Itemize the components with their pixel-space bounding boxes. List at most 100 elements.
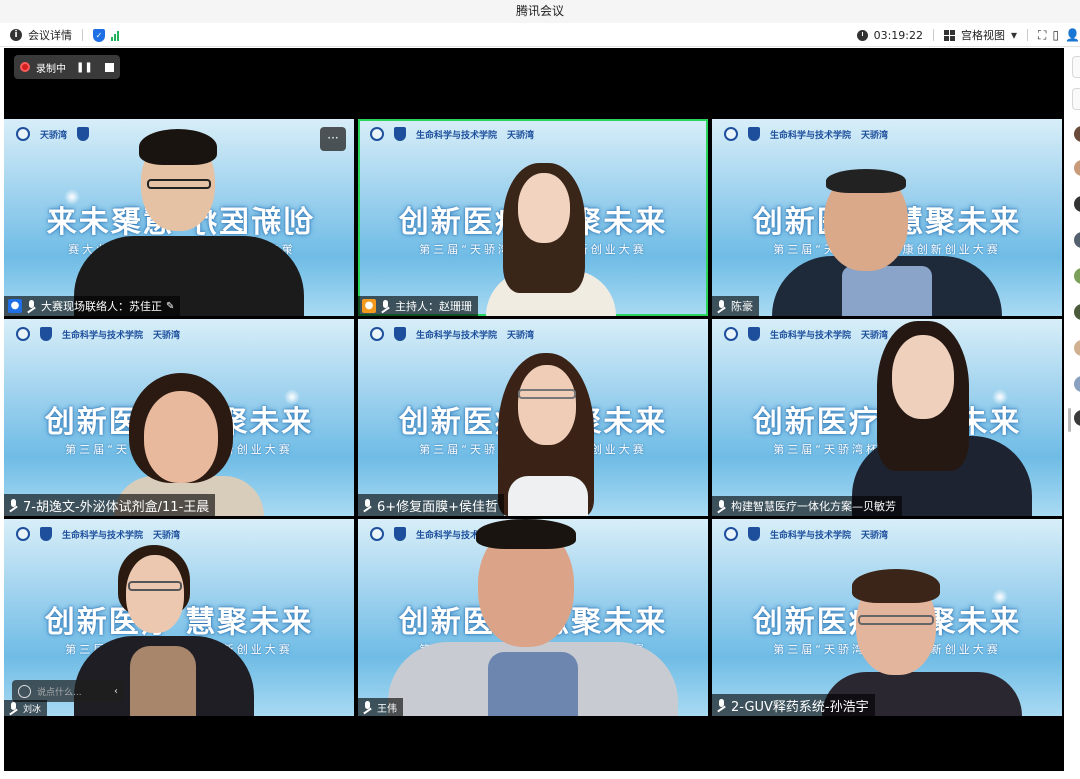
emoji-icon[interactable] — [18, 684, 31, 698]
layout-panel-icon[interactable]: ▯ — [1052, 28, 1059, 42]
side-panel-button[interactable] — [1072, 88, 1080, 110]
members-icon[interactable]: 👤 — [1065, 28, 1080, 42]
participant-label: 6+修复面膜+侯佳哲 — [358, 494, 505, 516]
toolbar-divider — [1027, 29, 1029, 41]
participant-sweater — [130, 646, 196, 716]
video-tile[interactable]: 生命科学与技术学院 天骄湾 创新医疗 慧聚未来 第三届“天骄湾杯”健康创新创业大… — [358, 519, 708, 716]
banner-logos: 生命科学与技术学院 天骄湾 — [4, 523, 354, 545]
school-logo-icon — [16, 127, 30, 141]
avatar[interactable] — [1074, 268, 1080, 284]
participant-glasses — [147, 179, 211, 189]
shield-icon[interactable]: ✓ — [93, 28, 105, 42]
view-mode-button[interactable]: 宫格视图 — [961, 27, 1005, 43]
mic-icon — [8, 498, 19, 512]
participant-hair — [826, 169, 906, 193]
video-tile[interactable]: 生命科学与技术学院 天骄湾 创新医疗 慧聚未来 第三届“天骄湾杯”健康创新创业大… — [712, 319, 1062, 516]
school-shield-icon — [748, 527, 760, 541]
school-logo-icon — [724, 327, 738, 341]
meeting-toolbar: i 会议详情 ✓ 03:19:22 宫格视图 ▾ ⛶ ▯ 👤 — [0, 23, 1080, 47]
participant-label: 构建智慧医疗一体化方案—贝敏芳 — [712, 496, 902, 516]
light-glow — [284, 389, 300, 405]
scrollbar-thumb[interactable] — [1068, 408, 1071, 432]
banner-logos: 生命科学与技术学院 天骄湾 — [4, 323, 354, 345]
record-dot-icon — [20, 62, 30, 72]
school-shield-icon — [394, 527, 406, 541]
avatar[interactable] — [1074, 126, 1080, 142]
clock-icon — [856, 29, 868, 41]
more-options-button[interactable]: ··· — [320, 127, 346, 151]
fullscreen-icon[interactable]: ⛶ — [1038, 28, 1046, 43]
mic-icon — [26, 299, 37, 313]
side-panel-button[interactable] — [1072, 56, 1080, 78]
school-shield-icon — [394, 327, 406, 341]
mic-icon — [8, 701, 19, 715]
avatar[interactable] — [1074, 196, 1080, 212]
participant-glasses — [518, 389, 576, 399]
stop-recording-button[interactable] — [104, 62, 114, 72]
mic-icon — [716, 499, 727, 513]
banner-school: 生命科学与技术学院 — [416, 330, 498, 341]
school-shield-icon — [40, 327, 52, 341]
video-tile[interactable]: 天骄湾 创新医疗 慧聚未来 第三届“天骄湾杯”健康创新创业大赛 ··· ● 大赛… — [4, 119, 354, 316]
participant-head — [144, 391, 218, 483]
toolbar-left: i 会议详情 ✓ — [10, 27, 119, 43]
avatar[interactable] — [1074, 376, 1080, 392]
banner-logos: 生命科学与技术学院 天骄湾 — [358, 323, 708, 345]
school-shield-icon — [748, 127, 760, 141]
school-logo-icon — [370, 527, 384, 541]
participant-label: 刘冰 — [4, 700, 48, 716]
participant-head — [518, 365, 576, 445]
chat-placeholder: 说点什么... — [37, 687, 82, 698]
recording-indicator[interactable]: 录制中 ❚❚ — [14, 55, 120, 79]
members-side-strip — [1066, 48, 1080, 779]
banner-school: 生命科学与技术学院 — [770, 530, 852, 541]
participant-name: 2-GUV释药系统-孙浩宇 — [731, 699, 869, 715]
banner-school: 生命科学与技术学院 — [770, 130, 852, 141]
school-logo-icon — [724, 127, 738, 141]
participant-glasses — [858, 615, 934, 625]
video-tile[interactable]: 生命科学与技术学院 天骄湾 创新医疗 慧聚未来 第三届“天骄湾杯”健康创新创业大… — [358, 319, 708, 516]
banner-tianjiao: 天骄湾 — [861, 130, 889, 141]
school-logo-icon — [370, 327, 384, 341]
participant-label: ● 主持人：赵珊珊 — [358, 296, 478, 316]
avatar[interactable] — [1074, 340, 1080, 356]
banner-tianjiao: 天骄湾 — [153, 530, 181, 541]
avatar[interactable] — [1074, 160, 1080, 176]
info-icon[interactable]: i — [10, 29, 22, 41]
meeting-timer: 03:19:22 — [873, 28, 923, 42]
host-badge-icon: ● — [362, 299, 376, 313]
chevron-left-icon[interactable]: ‹ — [114, 686, 118, 697]
participant-hair — [476, 519, 576, 549]
participant-label: 7-胡逸文-外泌体试剂盒/11-王晨 — [4, 494, 216, 516]
banner-school: 生命科学与技术学院 — [770, 330, 852, 341]
video-tile[interactable]: 生命科学与技术学院 天骄湾 创新医疗 慧聚未来 第三届“天骄湾杯”健康创新创业大… — [712, 519, 1062, 716]
participant-body — [508, 476, 588, 516]
school-shield-icon — [748, 327, 760, 341]
avatar[interactable] — [1074, 304, 1080, 320]
pause-recording-button[interactable]: ❚❚ — [76, 62, 93, 73]
participant-glasses — [128, 581, 182, 591]
meeting-info-button[interactable]: 会议详情 — [28, 27, 72, 43]
participant-label: 陈豪 — [712, 296, 759, 316]
pencil-icon[interactable]: ✎ — [166, 301, 174, 312]
light-glow — [64, 189, 80, 205]
chat-input[interactable]: 说点什么... ‹ — [12, 680, 124, 702]
avatar[interactable] — [1074, 410, 1080, 426]
participant-name: 7-胡逸文-外泌体试剂盒/11-王晨 — [23, 499, 210, 515]
video-tile[interactable]: 生命科学与技术学院 天骄湾 创新医疗 慧聚未来 第三届“天骄湾杯”健康创新创业大… — [712, 119, 1062, 316]
avatar[interactable] — [1074, 232, 1080, 248]
school-logo-icon — [724, 527, 738, 541]
meeting-window: 腾讯会议 i 会议详情 ✓ 03:19:22 宫格视图 ▾ ⛶ ▯ 👤 录制中 … — [0, 0, 1080, 779]
banner-tianjiao: 天骄湾 — [507, 330, 535, 341]
video-tile-active-speaker[interactable]: 生命科学与技术学院 天骄湾 创新医疗 慧聚未来 第三届“天骄湾杯”健康创新创业大… — [358, 119, 708, 316]
participant-label: 2-GUV释药系统-孙浩宇 — [712, 694, 875, 716]
user-icon: ● — [8, 299, 22, 313]
banner-tianjiao: 天骄湾 — [40, 130, 68, 141]
video-tile[interactable]: 生命科学与技术学院 天骄湾 创新医疗 慧聚未来 第三届“天骄湾杯”健康创新创业大… — [4, 519, 354, 716]
signal-icon[interactable] — [111, 30, 119, 41]
participant-shirt — [842, 266, 932, 316]
video-tile[interactable]: 生命科学与技术学院 天骄湾 创新医疗 慧聚未来 第三届“天骄湾杯”健康创新创业大… — [4, 319, 354, 516]
grid-view-icon[interactable] — [944, 29, 955, 41]
banner-logos: 生命科学与技术学院 天骄湾 — [358, 123, 708, 145]
chevron-down-icon[interactable]: ▾ — [1011, 28, 1017, 42]
